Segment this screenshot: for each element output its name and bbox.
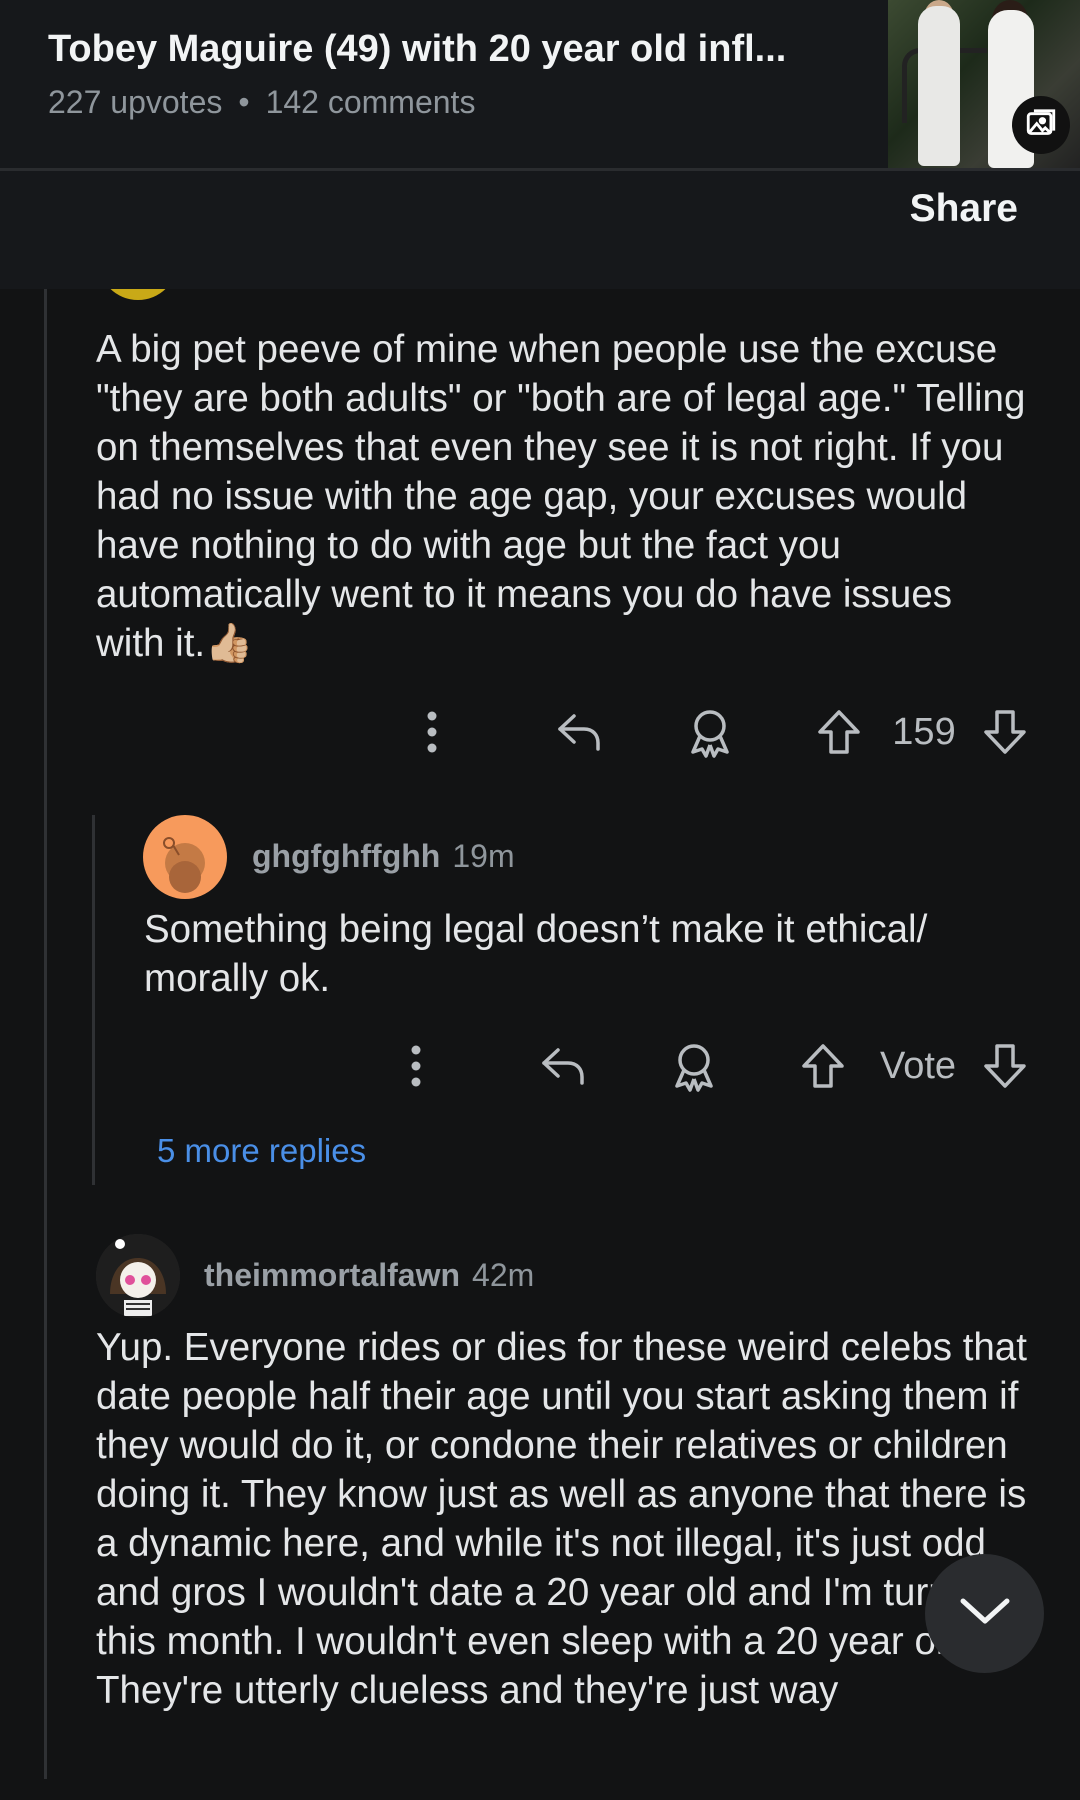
comment-actions: 159: [400, 702, 1040, 762]
post-header[interactable]: Tobey Maguire (49) with 20 year old infl…: [0, 0, 1080, 171]
upvote-count: 227 upvotes: [48, 84, 223, 120]
timestamp: 42m: [472, 1257, 535, 1293]
vote-score: 159: [892, 710, 956, 753]
comment-body: A big pet peeve of mine when people use …: [96, 328, 1026, 665]
comment-actions: Vote: [384, 1036, 1040, 1096]
meta-separator: •: [238, 84, 250, 120]
award-icon[interactable]: [682, 702, 738, 762]
reply-icon[interactable]: [536, 1036, 592, 1096]
scroll-down-button[interactable]: [925, 1554, 1044, 1673]
downvote-arrow-icon[interactable]: [980, 1036, 1030, 1096]
downvote-arrow-icon[interactable]: [980, 702, 1030, 762]
post-title[interactable]: Tobey Maguire (49) with 20 year old infl…: [48, 28, 848, 71]
thread-line[interactable]: [92, 815, 95, 1185]
more-vertical-icon[interactable]: [396, 1036, 436, 1096]
avatar[interactable]: [96, 1234, 180, 1318]
thread-line[interactable]: [44, 289, 47, 1779]
username[interactable]: theimmortalfawn: [204, 1257, 460, 1293]
share-button[interactable]: Share: [910, 187, 1018, 231]
username[interactable]: ghgfghffghh: [252, 838, 440, 874]
post-toolbar: Share: [0, 171, 1080, 289]
comment-count: 142 comments: [265, 84, 476, 120]
timestamp: 19m: [452, 838, 515, 874]
post-thumbnail[interactable]: [888, 0, 1080, 168]
more-replies-link[interactable]: 5 more replies: [157, 1132, 366, 1170]
chevron-down-icon: [959, 1595, 1011, 1632]
upvote-arrow-icon[interactable]: [814, 702, 864, 762]
image-icon: [1012, 96, 1070, 154]
vote-score: Vote: [879, 1044, 957, 1087]
more-vertical-icon[interactable]: [412, 702, 452, 762]
comment-author[interactable]: theimmortalfawn 42m: [204, 1257, 534, 1294]
avatar[interactable]: [143, 815, 227, 899]
post-meta: 227 upvotes • 142 comments: [48, 84, 475, 121]
comment-author[interactable]: ghgfghffghh 19m: [252, 838, 515, 875]
comment-body: Yup. Everyone rides or dies for these we…: [96, 1326, 1034, 1712]
reply-icon[interactable]: [552, 702, 608, 762]
upvote-arrow-icon[interactable]: [798, 1036, 848, 1096]
award-icon[interactable]: [666, 1036, 722, 1096]
comment-body: Something being legal doesn’t make it et…: [144, 908, 928, 1000]
